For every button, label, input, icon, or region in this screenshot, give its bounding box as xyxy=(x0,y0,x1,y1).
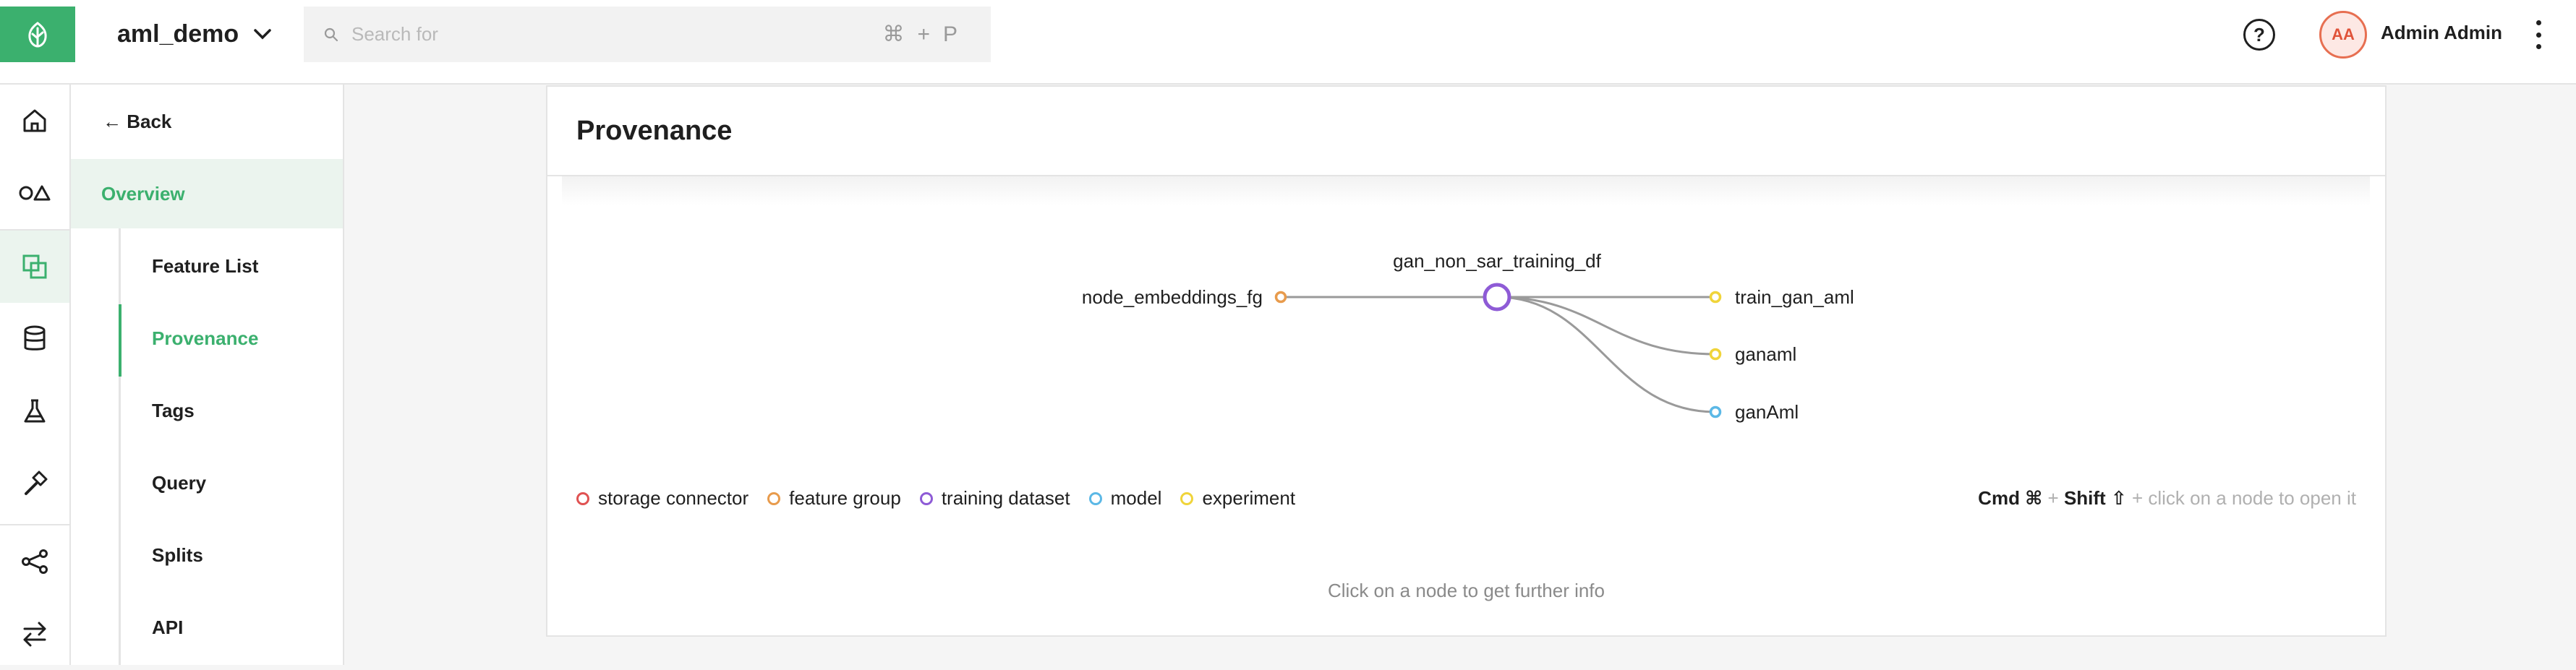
subnav-item-feature-list[interactable]: Feature List xyxy=(152,255,258,278)
legend-dot xyxy=(1088,491,1102,505)
legend-experiment: experiment xyxy=(1180,487,1295,510)
rail-transfer[interactable] xyxy=(0,598,69,670)
subnav-overview[interactable]: Overview xyxy=(71,159,343,228)
legend-model: model xyxy=(1088,487,1162,510)
subnav-item-api[interactable]: API xyxy=(152,617,183,639)
node-label-target-1[interactable]: train_gan_aml xyxy=(1735,286,1854,308)
hammer-icon xyxy=(25,471,48,495)
search-bar[interactable]: Search for ⌘+P xyxy=(304,7,991,62)
node-type-legend: storage connector feature group training… xyxy=(576,487,1314,510)
shapes-icon xyxy=(19,185,51,201)
top-header: aml_demo Search for ⌘+P ? AA Admin Admin xyxy=(0,0,2576,85)
node-label-target-3[interactable]: ganAml xyxy=(1735,401,1799,423)
legend-label: training dataset xyxy=(941,487,1070,509)
search-icon xyxy=(324,27,338,41)
node-label-source[interactable]: node_embeddings_fg xyxy=(1082,286,1263,308)
database-icon xyxy=(24,325,46,351)
node-experiment-1[interactable] xyxy=(1709,291,1722,304)
home-icon xyxy=(23,109,46,132)
legend-label: experiment xyxy=(1202,487,1296,509)
subnav-item-provenance[interactable]: Provenance xyxy=(152,327,258,350)
project-selector[interactable]: aml_demo xyxy=(117,16,272,52)
provenance-card: Provenance node_embeddings_fg gan_non_sa… xyxy=(546,85,2387,637)
pipeline-icon xyxy=(22,549,48,574)
back-arrow-icon: ← xyxy=(103,111,121,132)
node-training-dataset[interactable] xyxy=(1483,283,1511,312)
rail-shapes[interactable] xyxy=(0,157,69,229)
rail-home[interactable] xyxy=(0,85,69,157)
search-placeholder: Search for xyxy=(351,23,438,45)
legend-dot xyxy=(919,491,933,505)
experiment-flask-icon xyxy=(24,399,46,423)
node-info-placeholder: Click on a node to get further info xyxy=(1327,580,1605,601)
legend-storage-connector: storage connector xyxy=(576,487,749,510)
subnav-active-indicator xyxy=(119,304,121,377)
legend-training-dataset: training dataset xyxy=(919,487,1070,510)
provenance-graph: node_embeddings_fg gan_non_sar_training_… xyxy=(1082,250,1854,423)
hopsworks-logo[interactable] xyxy=(0,7,75,62)
avatar[interactable]: AA xyxy=(2319,11,2367,59)
search-shortcut: ⌘+P xyxy=(882,22,971,46)
project-name: aml_demo xyxy=(117,20,239,48)
hint-rest: + click on a node to open it xyxy=(2126,487,2356,509)
logo-icon xyxy=(28,21,47,48)
icon-rail xyxy=(0,85,71,665)
node-experiment-2[interactable] xyxy=(1709,348,1722,361)
subnav-item-tags[interactable]: Tags xyxy=(152,400,195,422)
legend-label: model xyxy=(1110,487,1162,509)
legend-dot xyxy=(576,491,589,505)
subnav-item-query[interactable]: Query xyxy=(152,472,206,494)
node-label-target-2[interactable]: ganaml xyxy=(1735,343,1796,365)
legend-label: feature group xyxy=(789,487,901,509)
more-menu-icon[interactable] xyxy=(2531,20,2546,49)
rail-feature-store[interactable] xyxy=(0,231,69,303)
node-label-center[interactable]: gan_non_sar_training_df xyxy=(1393,250,1601,272)
back-label: Back xyxy=(127,111,172,132)
edge-center-to-target-3 xyxy=(1496,296,1716,413)
chevron-down-icon xyxy=(254,29,271,40)
node-model[interactable] xyxy=(1709,405,1722,418)
hint-plus: + xyxy=(2042,487,2064,509)
legend-dot xyxy=(1180,491,1194,505)
node-feature-group[interactable] xyxy=(1274,291,1287,304)
open-node-hint: Cmd ⌘ + Shift ⇧ + click on a node to ope… xyxy=(1978,487,2356,510)
feature-view-subnav: ← Back Overview Feature List Provenance … xyxy=(71,85,344,665)
rail-datasets[interactable] xyxy=(0,303,69,375)
legend-feature-group: feature group xyxy=(767,487,901,510)
help-icon[interactable]: ? xyxy=(2243,19,2275,51)
subnav-track xyxy=(119,228,121,665)
rail-experiments[interactable] xyxy=(0,375,69,447)
back-link[interactable]: ← Back xyxy=(103,111,171,133)
legend-label: storage connector xyxy=(598,487,749,509)
hint-shift: Shift ⇧ xyxy=(2063,487,2127,509)
edge-center-to-target-2 xyxy=(1496,296,1716,356)
subnav-item-splits[interactable]: Splits xyxy=(152,544,203,567)
rail-jobs[interactable] xyxy=(0,447,69,520)
hint-cmd: Cmd ⌘ xyxy=(1978,487,2043,509)
user-name[interactable]: Admin Admin xyxy=(2381,22,2502,44)
feature-store-icon xyxy=(22,254,47,279)
rail-pipelines[interactable] xyxy=(0,525,69,598)
transfer-arrows-icon xyxy=(23,622,46,647)
legend-dot xyxy=(767,491,781,505)
